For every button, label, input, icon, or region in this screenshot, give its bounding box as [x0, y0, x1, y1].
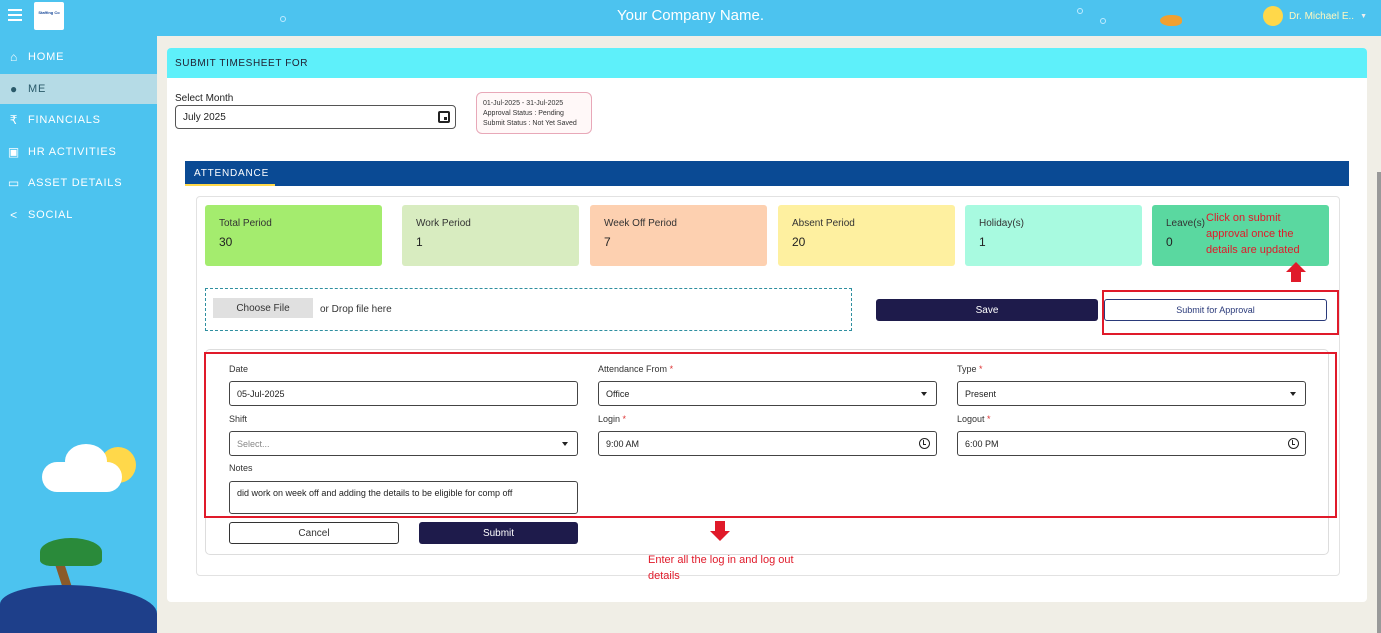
- card-value: 30: [219, 235, 233, 249]
- monitor-icon: ▭: [7, 176, 21, 190]
- top-bar: Staffing Co Your Company Name. Dr. Micha…: [0, 0, 1381, 36]
- card-value: 1: [416, 235, 423, 249]
- card-label: Total Period: [219, 218, 272, 229]
- scrollbar[interactable]: [1377, 172, 1381, 633]
- card-value: 20: [792, 235, 806, 249]
- highlight-form-box: [204, 352, 1337, 518]
- status-approval: Approval Status : Pending: [483, 110, 564, 117]
- sidebar-item-asset-details[interactable]: ▭ ASSET DETAILS: [0, 168, 157, 198]
- status-box: 01-Jul-2025 - 31-Jul-2025 Approval Statu…: [476, 92, 592, 134]
- month-picker[interactable]: July 2025: [175, 105, 456, 129]
- tab-attendance[interactable]: ATTENDANCE: [185, 161, 275, 186]
- summary-card-absent: Absent Period 20: [778, 205, 955, 266]
- fish-decoration: [1160, 15, 1182, 26]
- sidebar-item-financials[interactable]: ₹ FINANCIALS: [0, 105, 157, 135]
- card-label: Week Off Period: [604, 218, 677, 229]
- avatar: [1263, 6, 1284, 26]
- sea-decoration: [0, 585, 157, 633]
- annotation-approval-note: Click on submit approval once the detail…: [1206, 212, 1300, 256]
- choose-file-button[interactable]: Choose File: [213, 298, 313, 318]
- save-button[interactable]: Save: [876, 299, 1098, 321]
- summary-card-holidays: Holiday(s) 1: [965, 205, 1142, 266]
- cloud-decoration: [42, 462, 122, 492]
- bubble-decoration: [1077, 8, 1083, 14]
- summary-card-work: Work Period 1: [402, 205, 579, 266]
- month-value: July 2025: [183, 112, 226, 123]
- annotation-login-note: Enter all the log in and log out details: [648, 554, 794, 582]
- chevron-down-icon: ▼: [1360, 12, 1367, 20]
- month-label: Select Month: [175, 93, 234, 104]
- card-value: 7: [604, 235, 611, 249]
- highlight-approval-box: [1102, 290, 1339, 335]
- user-menu[interactable]: Dr. Michael E.. ▼: [1263, 6, 1367, 26]
- arrow-up-icon: [1286, 262, 1306, 282]
- card-label: Holiday(s): [979, 218, 1025, 229]
- sidebar-item-label: FINANCIALS: [28, 114, 101, 126]
- sidebar-item-label: HOME: [28, 51, 65, 63]
- card-label: Work Period: [416, 218, 471, 229]
- status-submit: Submit Status : Not Yet Saved: [483, 120, 577, 127]
- sidebar-item-hr-activities[interactable]: ▣ HR ACTIVITIES: [0, 137, 157, 167]
- page-title: SUBMIT TIMESHEET FOR: [167, 48, 1367, 78]
- card-value: 1: [979, 235, 986, 249]
- sidebar-item-label: ASSET DETAILS: [28, 177, 123, 189]
- sidebar-item-home[interactable]: ⌂ HOME: [0, 42, 157, 72]
- status-period: 01-Jul-2025 - 31-Jul-2025: [483, 100, 564, 107]
- sidebar-item-label: SOCIAL: [28, 209, 74, 221]
- arrow-down-icon: [710, 521, 730, 543]
- share-icon: <: [10, 208, 18, 222]
- sidebar-item-social[interactable]: < SOCIAL: [0, 200, 157, 230]
- summary-card-total: Total Period 30: [205, 205, 382, 266]
- bubble-decoration: [280, 16, 286, 22]
- badge-icon: ▣: [7, 145, 21, 159]
- summary-card-week-off: Week Off Period 7: [590, 205, 767, 266]
- user-name: Dr. Michael E..: [1289, 10, 1355, 22]
- card-label: Absent Period: [792, 218, 855, 229]
- rupee-icon: ₹: [9, 113, 19, 127]
- home-icon: ⌂: [9, 50, 19, 64]
- sidebar-item-label: ME: [28, 83, 47, 95]
- tab-bar: [185, 161, 1349, 186]
- sidebar: ⌂ HOME ● ME ₹ FINANCIALS ▣ HR ACTIVITIES…: [0, 36, 157, 633]
- sidebar-item-me[interactable]: ● ME: [0, 74, 157, 104]
- calendar-icon[interactable]: [438, 111, 450, 123]
- sidebar-item-label: HR ACTIVITIES: [28, 146, 117, 158]
- cancel-button[interactable]: Cancel: [229, 522, 399, 544]
- palm-leaves-decoration: [40, 538, 102, 566]
- person-icon: ●: [9, 82, 19, 96]
- bubble-decoration: [1100, 18, 1106, 24]
- drop-hint: or Drop file here: [320, 304, 392, 315]
- submit-button[interactable]: Submit: [419, 522, 578, 544]
